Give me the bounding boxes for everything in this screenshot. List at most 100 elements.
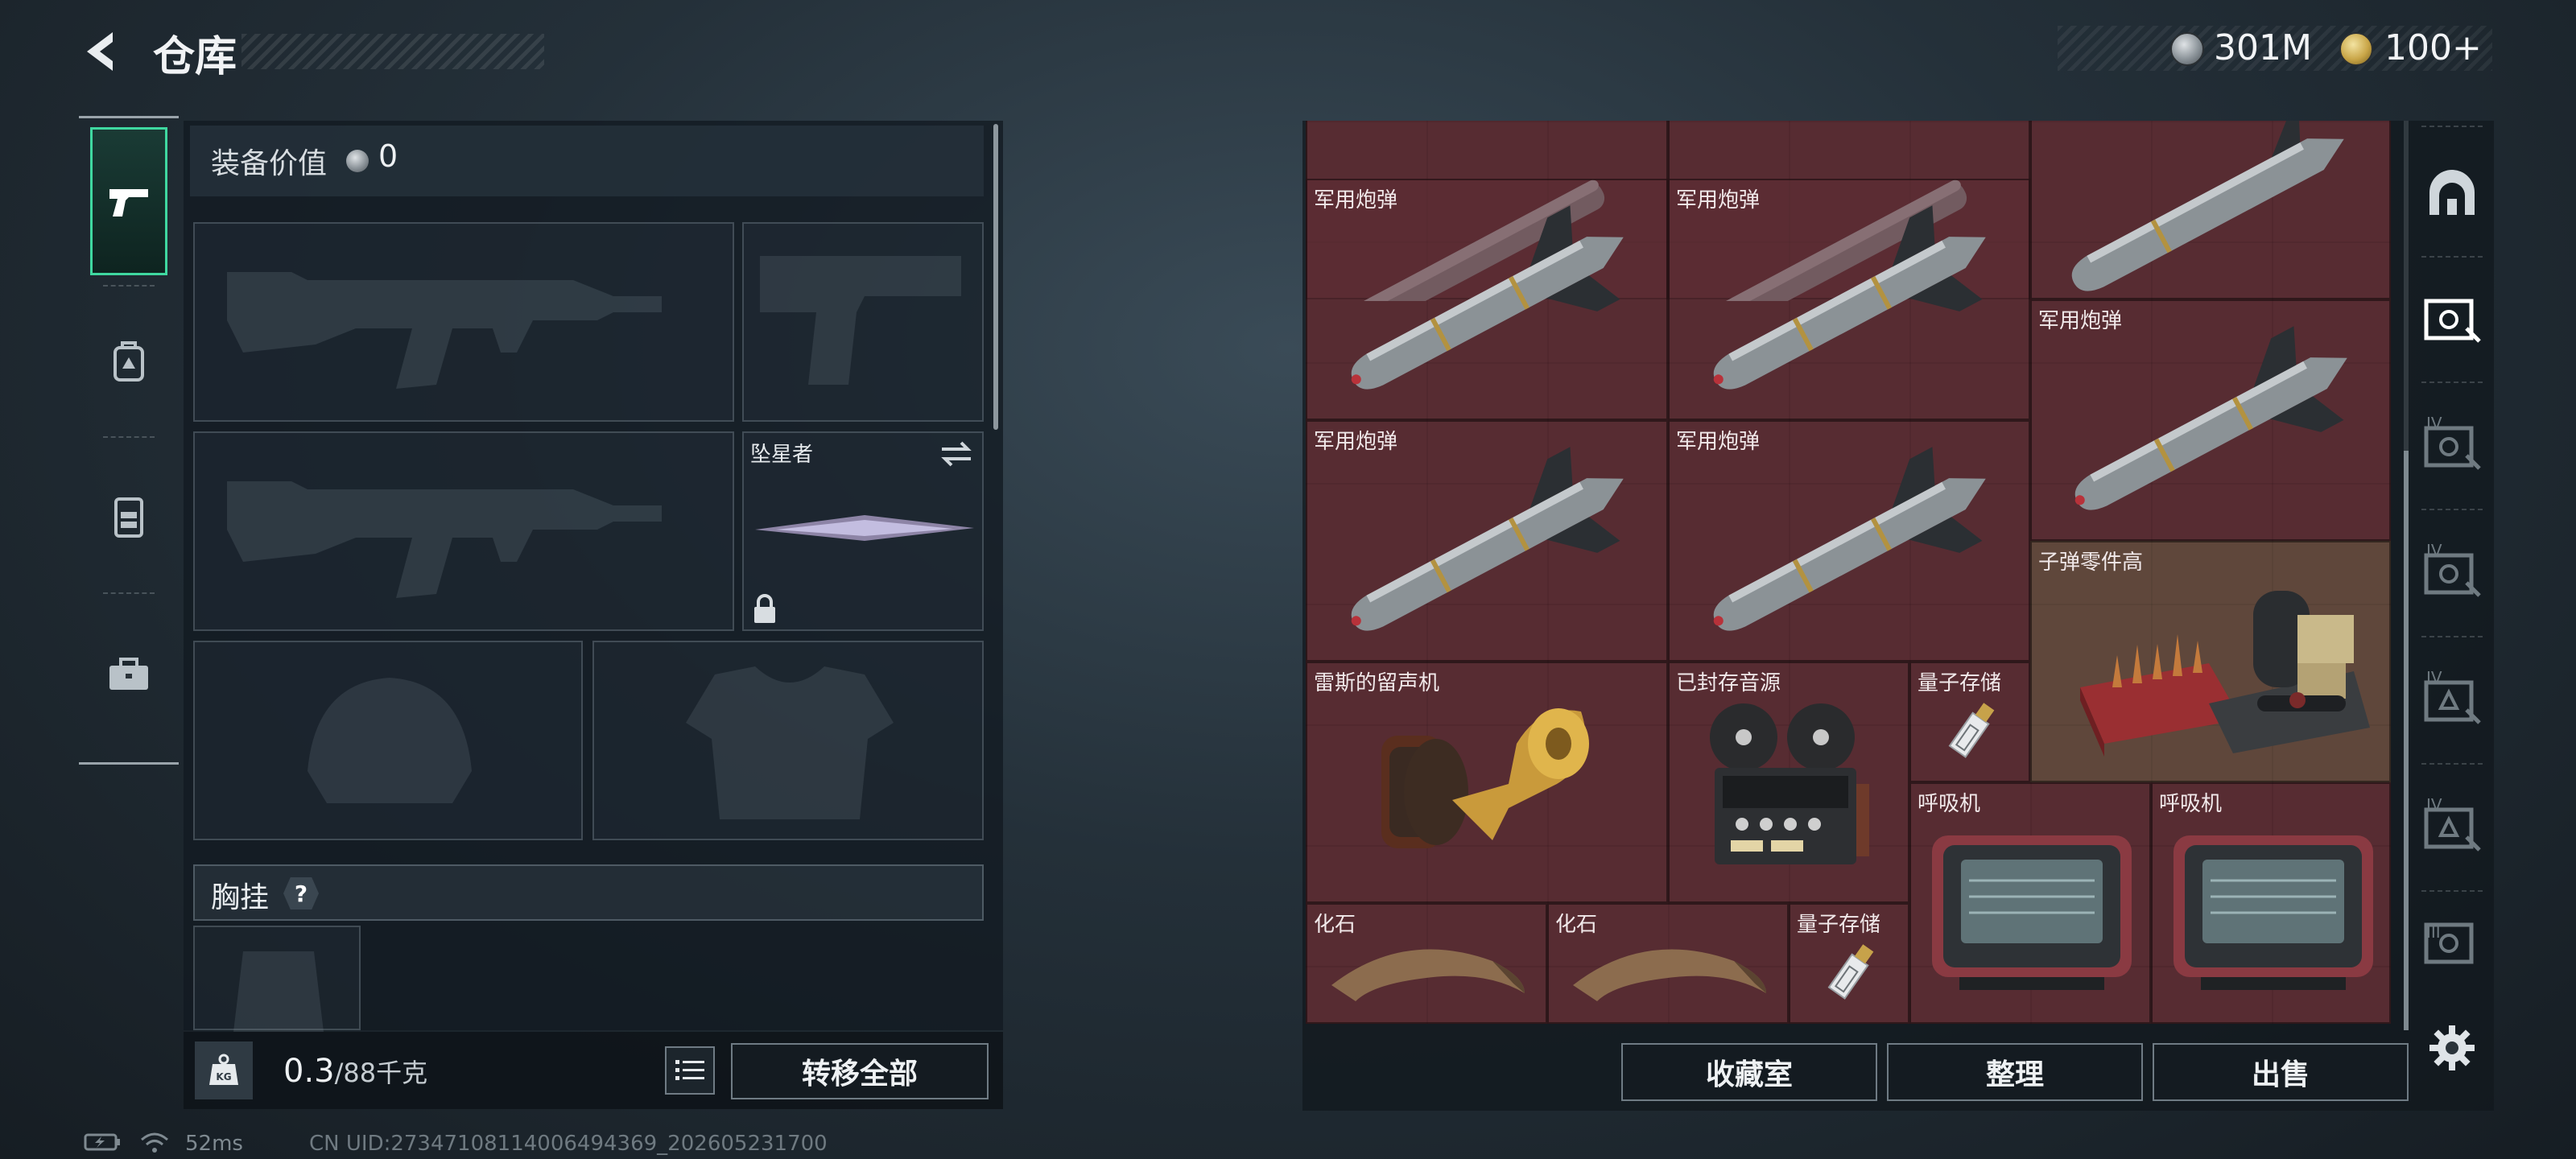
help-icon[interactable]: ? bbox=[283, 877, 319, 909]
stash-item-bullet-parts[interactable]: 子弹零件高 bbox=[2030, 541, 2391, 782]
ammo-parts-icon bbox=[2080, 591, 2370, 757]
chest-rig-slot[interactable] bbox=[193, 926, 361, 1032]
back-button[interactable] bbox=[77, 27, 126, 76]
stash-item-military-shell[interactable]: 军用炮弹 bbox=[1668, 420, 2030, 662]
page-title: 仓库 bbox=[153, 33, 237, 81]
item-name: 已封存音源 bbox=[1676, 671, 1781, 695]
stash-item-gramophone[interactable]: 雷斯的留声机 bbox=[1306, 662, 1668, 903]
primary-weapon-slot[interactable] bbox=[193, 222, 734, 422]
silver-coin-icon bbox=[346, 150, 369, 172]
item-name: 呼吸机 bbox=[2159, 792, 2223, 816]
helmet-slot[interactable] bbox=[193, 641, 583, 840]
missile-icon bbox=[2074, 326, 2347, 510]
chest-rig-label: 胸挂 bbox=[211, 881, 270, 914]
item-name: 量子存储 bbox=[1918, 671, 2002, 695]
equipment-value-label: 装备价值 bbox=[211, 147, 328, 180]
item-name: 军用炮弹 bbox=[1676, 188, 1761, 212]
tab-safe-iv-1[interactable]: IV bbox=[2413, 385, 2491, 505]
silver-coin-icon bbox=[2170, 32, 2204, 66]
list-view-button[interactable] bbox=[665, 1046, 715, 1095]
item-name: 化石 bbox=[1314, 913, 1356, 937]
gramophone-icon bbox=[1381, 708, 1589, 848]
vest-icon bbox=[114, 497, 143, 538]
tab-divider bbox=[2421, 636, 2483, 637]
missile-icon bbox=[1713, 205, 1986, 390]
loadout-scrollbar[interactable] bbox=[993, 124, 998, 430]
missile-icon bbox=[2071, 121, 2344, 291]
melee-slot[interactable]: 坠星者 bbox=[742, 431, 984, 631]
tab-divider bbox=[2421, 509, 2483, 510]
tab-safe-iii[interactable]: III bbox=[2413, 893, 2491, 990]
sell-button[interactable]: 出售 bbox=[2153, 1043, 2409, 1101]
tab-safe-iv-2[interactable]: IV bbox=[2413, 512, 2491, 633]
stash-item-fossil[interactable]: 化石 bbox=[1547, 903, 1789, 1024]
stash-item-fossil[interactable]: 化石 bbox=[1306, 903, 1547, 1024]
silver-currency-value[interactable]: 301M bbox=[2214, 27, 2312, 68]
collection-room-button[interactable]: 收藏室 bbox=[1621, 1043, 1877, 1101]
stash-item-military-shell[interactable]: 军用炮弹 bbox=[1306, 179, 1668, 420]
armor-silhouette-icon bbox=[686, 666, 894, 819]
swap-icon[interactable] bbox=[939, 439, 974, 468]
back-arrow-icon bbox=[87, 32, 113, 71]
item-name: 呼吸机 bbox=[1918, 792, 1981, 816]
wifi-icon bbox=[138, 1130, 171, 1157]
tab-toolbox[interactable] bbox=[90, 600, 167, 749]
tab-divider bbox=[2421, 763, 2483, 765]
user-uid: CN UID:27347108114006494369_202605231700 bbox=[309, 1132, 828, 1156]
stash-item-sealed-audio[interactable]: 已封存音源 bbox=[1668, 662, 1909, 903]
nav-divider bbox=[103, 285, 155, 287]
tab-base[interactable] bbox=[2413, 132, 2491, 253]
tier-badge: IV bbox=[2426, 414, 2442, 433]
helmet-silhouette-icon bbox=[308, 678, 472, 803]
tier-badge: IV bbox=[2426, 795, 2442, 815]
tape-recorder-icon bbox=[1710, 703, 1869, 864]
briefcase-icon bbox=[109, 658, 148, 690]
stash-grid: 军用炮弹 军用炮弹 军用炮弹 军用炮弹 军用炮弹 子弹零件高 雷斯的留声机 已封… bbox=[1306, 121, 2391, 1024]
stash-item-ventilator[interactable]: 呼吸机 bbox=[2151, 782, 2391, 1024]
tab-divider bbox=[2421, 890, 2483, 892]
tier-badge: III bbox=[2426, 922, 2441, 942]
sidearm-slot[interactable] bbox=[742, 222, 984, 422]
gold-currency-value[interactable]: 100+ bbox=[2384, 27, 2482, 68]
sort-button[interactable]: 整理 bbox=[1887, 1043, 2143, 1101]
item-name: 化石 bbox=[1555, 913, 1598, 937]
vest-silhouette-icon bbox=[233, 951, 324, 1032]
pistol-icon bbox=[109, 189, 148, 217]
tab-case-iv-1[interactable]: IV bbox=[2413, 639, 2491, 760]
rifle-silhouette-icon bbox=[227, 481, 662, 598]
stash-item[interactable] bbox=[2030, 121, 2391, 299]
nav-divider bbox=[103, 436, 155, 438]
stash-item-ventilator[interactable]: 呼吸机 bbox=[1909, 782, 2151, 1024]
backpack-icon bbox=[114, 341, 144, 382]
weight-current: 0.3 bbox=[283, 1053, 335, 1090]
transfer-all-button[interactable]: 转移全部 bbox=[731, 1043, 989, 1099]
stash-scroll-thumb[interactable] bbox=[2404, 451, 2409, 1030]
tab-chest-rig[interactable] bbox=[90, 443, 167, 591]
item-name: 军用炮弹 bbox=[1314, 430, 1398, 454]
lock-icon bbox=[754, 594, 775, 623]
gold-coin-icon bbox=[2339, 32, 2373, 66]
tier-badge: IV bbox=[2426, 541, 2442, 560]
stash-item-quantum-storage[interactable]: 量子存储 bbox=[1789, 903, 1909, 1024]
stash-item-military-shell[interactable]: 军用炮弹 bbox=[1668, 179, 2030, 420]
title-decoration bbox=[242, 34, 544, 69]
pistol-silhouette-icon bbox=[760, 256, 961, 385]
stash-item-military-shell[interactable]: 军用炮弹 bbox=[1306, 420, 1668, 662]
weight-readout: 0.3/88千克 bbox=[283, 1053, 427, 1090]
battery-icon bbox=[84, 1133, 120, 1151]
tab-weapons[interactable] bbox=[90, 127, 167, 275]
stash-item-military-shell[interactable]: 军用炮弹 bbox=[2030, 299, 2391, 541]
battery-indicator bbox=[84, 1132, 122, 1158]
missile-icon bbox=[1713, 447, 1986, 631]
secondary-weapon-slot[interactable] bbox=[193, 431, 734, 631]
settings-button[interactable] bbox=[2426, 1022, 2478, 1074]
item-name: 军用炮弹 bbox=[2038, 309, 2123, 333]
ventilator-icon bbox=[1932, 835, 2132, 990]
stash-item-quantum-storage[interactable]: 量子存储 bbox=[1909, 662, 2030, 782]
tab-backpack[interactable] bbox=[90, 288, 167, 436]
missile-icon bbox=[1351, 205, 1624, 390]
tab-safe-main[interactable] bbox=[2413, 258, 2491, 378]
list-icon bbox=[675, 1060, 704, 1080]
tab-case-iv-2[interactable]: IV bbox=[2413, 766, 2491, 887]
body-armor-slot[interactable] bbox=[592, 641, 984, 840]
